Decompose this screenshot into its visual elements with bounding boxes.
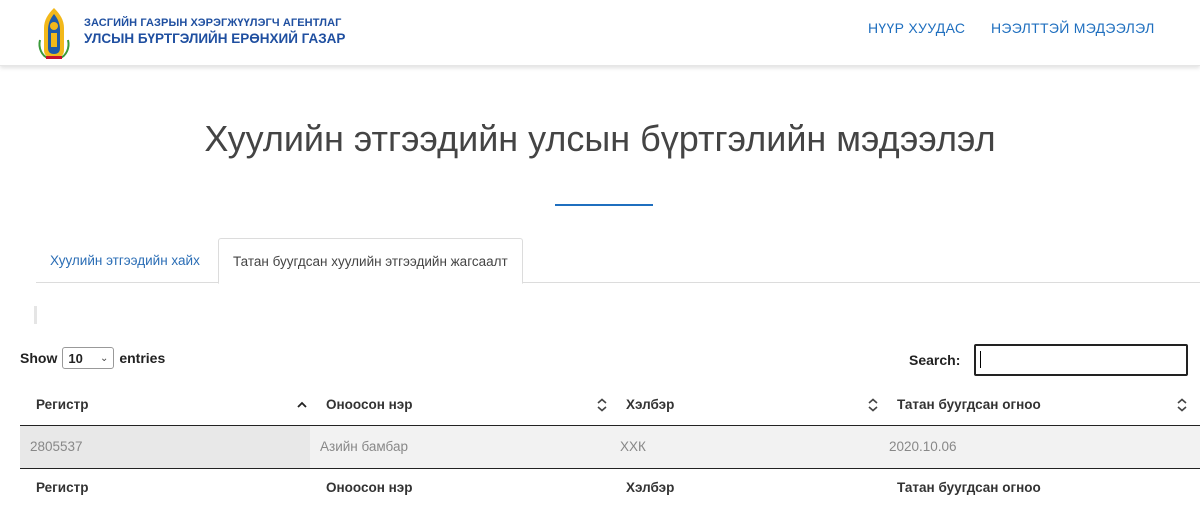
title-divider — [555, 204, 653, 206]
tab-bar: Хуулийн этгээдийн хайх Татан буугдсан ху… — [36, 238, 1200, 284]
nav-home-link[interactable]: НҮҮР ХУУДАС — [868, 20, 965, 36]
sort-both-icon — [596, 384, 608, 425]
agency-name[interactable]: ЗАСГИЙН ГАЗРЫН ХЭРЭГЖҮҮЛЭГЧ АГЕНТЛАГ УЛС… — [84, 17, 345, 46]
cell-name: Азийн бамбар — [320, 439, 408, 454]
entries-length-control: Show 10 ⌄ entries — [20, 347, 165, 369]
column-header-dissolved-date[interactable]: Татан буугдсан огноо — [881, 384, 1200, 425]
column-label: Хэлбэр — [626, 480, 675, 495]
page-title: Хуулийн этгээдийн улсын бүртгэлийн мэдээ… — [204, 118, 996, 159]
tab-dissolved-list[interactable]: Татан буугдсан хуулийн этгээдийн жагсаал… — [218, 238, 523, 284]
column-header-register[interactable]: Регистр — [20, 384, 310, 425]
footer-type: Хэлбэр — [610, 469, 881, 506]
site-header: ЗАСГИЙН ГАЗРЫН ХЭРЭГЖҮҮЛЭГЧ АГЕНТЛАГ УЛС… — [0, 0, 1200, 66]
text-cursor — [980, 351, 981, 368]
divider — [34, 306, 37, 324]
column-label: Регистр — [36, 480, 89, 495]
chevron-down-icon: ⌄ — [99, 352, 109, 364]
sort-both-icon — [1176, 384, 1188, 425]
entries-label: entries — [119, 350, 166, 366]
footer-register: Регистр — [20, 469, 310, 506]
column-label: Татан буугдсан огноо — [897, 397, 1041, 412]
agency-line-1: ЗАСГИЙН ГАЗРЫН ХЭРЭГЖҮҮЛЭГЧ АГЕНТЛАГ — [84, 17, 342, 29]
table-header: Регистр Оноосон нэр Хэлбэр Татан буугдса… — [20, 384, 1200, 426]
column-label: Хэлбэр — [626, 397, 675, 412]
footer-name: Оноосон нэр — [310, 469, 610, 506]
column-label: Оноосон нэр — [326, 480, 413, 495]
sort-asc-icon — [296, 384, 308, 425]
entries-select-value: 10 — [68, 350, 83, 366]
agency-line-2: УЛСЫН БҮРТГЭЛИЙН ЕРӨНХИЙ ГАЗАР — [84, 31, 346, 46]
entries-select[interactable]: 10 ⌄ — [62, 347, 115, 369]
sort-both-icon — [867, 384, 879, 425]
cell-type: ХХК — [620, 439, 646, 454]
table-row[interactable]: 2805537 Азийн бамбар ХХК 2020.10.06 — [20, 426, 1200, 468]
footer-dissolved-date: Татан буугдсан огноо — [881, 469, 1200, 506]
column-label: Татан буугдсан огноо — [897, 480, 1041, 495]
column-label: Регистр — [36, 397, 89, 412]
table-footer: Регистр Оноосон нэр Хэлбэр Татан буугдса… — [20, 468, 1200, 506]
show-label: Show — [20, 350, 58, 366]
state-emblem-logo[interactable] — [36, 6, 72, 60]
search-label: Search: — [909, 352, 961, 368]
cell-register: 2805537 — [30, 439, 83, 454]
column-header-name[interactable]: Оноосон нэр — [310, 384, 610, 425]
column-label: Оноосон нэр — [326, 397, 413, 412]
tab-search-entity[interactable]: Хуулийн этгээдийн хайх — [36, 238, 214, 283]
nav-open-data-link[interactable]: НЭЭЛТТЭЙ МЭДЭЭЛЭЛ — [991, 20, 1155, 36]
column-header-type[interactable]: Хэлбэр — [610, 384, 881, 425]
search-input[interactable] — [974, 344, 1188, 376]
cell-dissolved-date: 2020.10.06 — [889, 439, 957, 454]
